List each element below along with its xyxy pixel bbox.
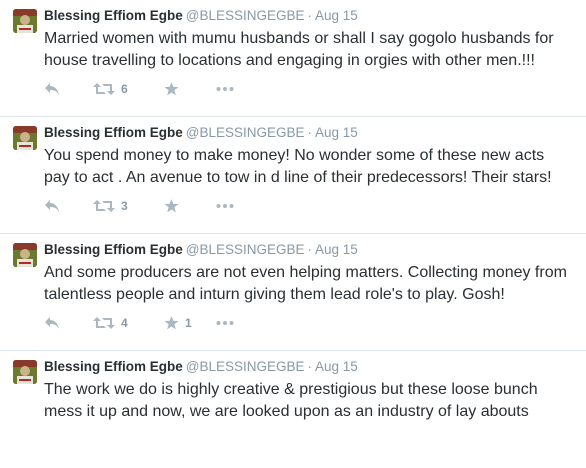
retweet-count: 3 [121,199,128,213]
avatar[interactable] [13,360,37,384]
favorite-button[interactable] [164,79,185,99]
tweet-header: Blessing Effiom Egbe @BLESSINGEGBE · Aug 15 [44,358,358,376]
more-icon [216,204,234,208]
reply-icon [45,83,59,95]
author-name[interactable]: Blessing Effiom Egbe [44,242,183,257]
avatar[interactable] [13,9,37,33]
author-name[interactable]: Blessing Effiom Egbe [44,8,183,23]
retweet-button[interactable]: 3 [93,196,128,216]
retweet-icon [93,200,115,212]
tweet[interactable]: Blessing Effiom Egbe @BLESSINGEGBE · Aug 15… [0,234,586,351]
reply-icon [45,200,59,212]
author-name[interactable]: Blessing Effiom Egbe [44,125,183,140]
favorite-button[interactable] [164,196,185,216]
tweet[interactable]: Blessing Effiom Egbe @BLESSINGEGBE · Aug 15… [0,0,586,117]
avatar[interactable] [13,243,37,267]
tweet-text: Married women with mumu husbands or shal… [44,30,554,69]
separator: · [307,242,313,257]
tweet-text: The work we do is highly creative & pres… [44,381,538,420]
author-handle[interactable]: @BLESSINGEGBE [186,8,305,23]
reply-button[interactable] [44,313,60,333]
tweet-header: Blessing Effiom Egbe @BLESSINGEGBE · Aug 15 [44,124,358,142]
star-icon [164,199,179,213]
more-icon [216,321,234,325]
separator: · [307,8,313,23]
tweet-header: Blessing Effiom Egbe @BLESSINGEGBE · Aug 15 [44,7,358,25]
tweet-feed: Blessing Effiom Egbe @BLESSINGEGBE · Aug 15… [0,0,586,468]
retweet-icon [93,317,115,329]
star-icon [164,316,179,330]
tweet[interactable]: Blessing Effiom Egbe @BLESSINGEGBE · Aug 15… [0,117,586,234]
retweet-button[interactable]: 6 [93,79,128,99]
tweet-date[interactable]: Aug 15 [315,125,358,140]
retweet-button[interactable]: 4 [93,313,128,333]
more-button[interactable] [216,313,234,333]
avatar[interactable] [13,126,37,150]
more-icon [216,87,234,91]
favorite-button[interactable]: 1 [164,313,192,333]
retweet-count: 4 [121,316,128,330]
retweet-icon [93,83,115,95]
favorite-count: 1 [185,316,192,330]
reply-button[interactable] [44,79,60,99]
more-button[interactable] [216,196,234,216]
tweet-text: You spend money to make money! No wonder… [44,147,552,186]
author-handle[interactable]: @BLESSINGEGBE [186,242,305,257]
reply-button[interactable] [44,196,60,216]
retweet-count: 6 [121,82,128,96]
tweet-date[interactable]: Aug 15 [315,8,358,23]
separator: · [307,359,313,374]
tweet-date[interactable]: Aug 15 [315,359,358,374]
separator: · [307,125,313,140]
star-icon [164,82,179,96]
tweet[interactable]: Blessing Effiom Egbe @BLESSINGEGBE · Aug 15… [0,351,586,468]
author-handle[interactable]: @BLESSINGEGBE [186,125,305,140]
tweet-date[interactable]: Aug 15 [315,242,358,257]
author-handle[interactable]: @BLESSINGEGBE [186,359,305,374]
tweet-text: And some producers are not even helping … [44,264,567,303]
more-button[interactable] [216,79,234,99]
reply-icon [45,317,59,329]
tweet-header: Blessing Effiom Egbe @BLESSINGEGBE · Aug 15 [44,241,358,259]
author-name[interactable]: Blessing Effiom Egbe [44,359,183,374]
